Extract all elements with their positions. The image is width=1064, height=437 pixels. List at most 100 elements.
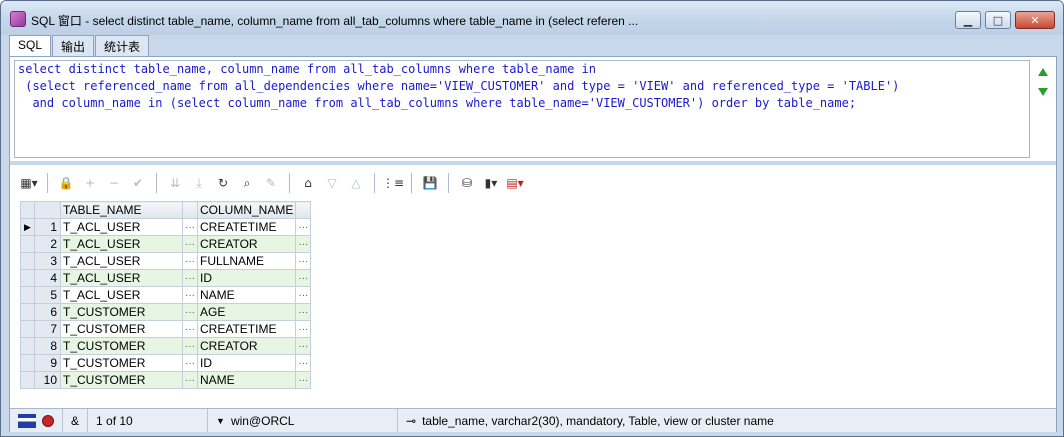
row-indicator — [20, 252, 35, 270]
sql-line-1[interactable]: select distinct table_name, column_name … — [15, 61, 1029, 78]
post-icon[interactable]: ✔ — [129, 174, 147, 192]
grid-header: TABLE_NAME COLUMN_NAME — [20, 201, 312, 219]
next-statement-icon[interactable] — [1038, 88, 1048, 96]
cell-table-name[interactable]: T_CUSTOMER — [60, 303, 183, 321]
row-number: 5 — [34, 286, 61, 304]
cell-column-name[interactable]: CREATOR — [196, 235, 297, 253]
grid-toolbar: ▦▾ 🔒 + − ✔ ⇊ ⤓ ↻ ⌕ ✎ ⌂ ▽ △ ⋮≡ 💾 ⛁ ▮▾ ▤▾ — [20, 170, 524, 196]
cell-column-name[interactable]: ID — [196, 354, 297, 372]
tab-output[interactable]: 输出 — [52, 35, 95, 56]
cell-column-name[interactable]: NAME — [196, 371, 297, 389]
cell-ellipsis-button[interactable]: ··· — [182, 269, 198, 287]
export-icon[interactable]: ⛁ — [458, 174, 476, 192]
splitter[interactable] — [10, 161, 1056, 165]
tab-sql[interactable]: SQL — [9, 35, 52, 57]
row-number: 7 — [34, 320, 61, 338]
sql-editor[interactable]: select distinct table_name, column_name … — [14, 60, 1030, 158]
row-indicator — [20, 286, 35, 304]
previous-statement-icon[interactable] — [1038, 68, 1048, 76]
tab-statistics[interactable]: 统计表 — [95, 35, 150, 56]
row-indicator — [20, 269, 35, 287]
cell-column-name[interactable]: FULLNAME — [196, 252, 297, 270]
cell-ellipsis-button[interactable]: ··· — [182, 218, 198, 236]
table-row[interactable]: 6 T_CUSTOMER ··· AGE ··· — [20, 303, 312, 321]
cell-table-name[interactable]: T_ACL_USER — [60, 286, 183, 304]
cell-ellipsis-button[interactable]: ··· — [182, 354, 198, 372]
column-header-table-name[interactable]: TABLE_NAME — [60, 201, 183, 219]
fetch-all-icon[interactable]: ⤓ — [190, 174, 208, 192]
close-button[interactable]: ✕ — [1015, 11, 1055, 29]
cell-ellipsis-button[interactable]: ··· — [295, 269, 312, 287]
lock-icon[interactable]: 🔒 — [57, 174, 75, 192]
table-row[interactable]: 4 T_ACL_USER ··· ID ··· — [20, 269, 312, 287]
sql-line-2[interactable]: (select referenced_name from all_depende… — [15, 78, 1029, 95]
indicator-header — [20, 201, 35, 219]
cell-ellipsis-button[interactable]: ··· — [295, 252, 312, 270]
separator — [374, 173, 375, 193]
row-indicator: ▶ — [20, 218, 35, 236]
cell-column-name[interactable]: NAME — [196, 286, 297, 304]
cell-table-name[interactable]: T_ACL_USER — [60, 218, 183, 236]
save-icon[interactable]: 💾 — [421, 174, 439, 192]
separator — [47, 173, 48, 193]
cell-table-name[interactable]: T_CUSTOMER — [60, 354, 183, 372]
row-number: 10 — [34, 371, 61, 389]
table-row[interactable]: 7 T_CUSTOMER ··· CREATETIME ··· — [20, 320, 312, 338]
cell-table-name[interactable]: T_ACL_USER — [60, 269, 183, 287]
dropdown-arrow-icon[interactable]: ▼ — [216, 416, 225, 426]
find-icon[interactable]: ⌕ — [238, 174, 256, 192]
cell-column-name[interactable]: ID — [196, 269, 297, 287]
cell-column-name[interactable]: AGE — [196, 303, 297, 321]
cell-column-name[interactable]: CREATOR — [196, 337, 297, 355]
cell-ellipsis-button[interactable]: ··· — [182, 371, 198, 389]
maximize-button[interactable]: □ — [985, 11, 1011, 29]
cell-ellipsis-button[interactable]: ··· — [295, 235, 312, 253]
cell-table-name[interactable]: T_CUSTOMER — [60, 337, 183, 355]
add-row-icon[interactable]: + — [81, 174, 99, 192]
cell-ellipsis-button[interactable]: ··· — [182, 303, 198, 321]
query-icon[interactable]: ⌂ — [299, 174, 317, 192]
cell-ellipsis-button[interactable]: ··· — [295, 320, 312, 338]
cell-table-name[interactable]: T_ACL_USER — [60, 235, 183, 253]
cell-table-name[interactable]: T_ACL_USER — [60, 252, 183, 270]
cell-ellipsis-button[interactable]: ··· — [182, 320, 198, 338]
cell-ellipsis-button[interactable]: ··· — [295, 354, 312, 372]
tree-icon[interactable]: ⋮≡ — [382, 174, 404, 192]
cell-ellipsis-button[interactable]: ··· — [295, 371, 312, 389]
minimize-button[interactable]: ▁ — [955, 11, 981, 29]
table-row[interactable]: 9 T_CUSTOMER ··· ID ··· — [20, 354, 312, 372]
filter-up-icon[interactable]: △ — [347, 174, 365, 192]
cell-ellipsis-button[interactable]: ··· — [182, 252, 198, 270]
cell-table-name[interactable]: T_CUSTOMER — [60, 371, 183, 389]
sql-line-3[interactable]: and column_name in (select column_name f… — [15, 95, 1029, 112]
cell-table-name[interactable]: T_CUSTOMER — [60, 320, 183, 338]
column-header-column-name[interactable]: COLUMN_NAME — [196, 201, 297, 219]
cell-ellipsis-button[interactable]: ··· — [295, 303, 312, 321]
fetch-next-icon[interactable]: ⇊ — [166, 174, 184, 192]
table-row[interactable]: 8 T_CUSTOMER ··· CREATOR ··· — [20, 337, 312, 355]
cell-ellipsis-button[interactable]: ··· — [295, 337, 312, 355]
refresh-icon[interactable]: ↻ — [214, 174, 232, 192]
cell-ellipsis-button[interactable]: ··· — [182, 286, 198, 304]
grid-menu-icon[interactable]: ▦▾ — [20, 174, 38, 192]
table-row[interactable]: ▶ 1 T_ACL_USER ··· CREATETIME ··· — [20, 218, 312, 236]
connection-selector[interactable]: ▼ win@ORCL — [208, 409, 399, 432]
status-icons — [10, 409, 63, 432]
stop-icon[interactable] — [42, 414, 54, 427]
cell-ellipsis-button[interactable]: ··· — [182, 337, 198, 355]
chart-icon[interactable]: ▮▾ — [482, 174, 500, 192]
cell-column-name[interactable]: CREATETIME — [196, 320, 297, 338]
table-row[interactable]: 5 T_ACL_USER ··· NAME ··· — [20, 286, 312, 304]
table-export-icon[interactable]: ▤▾ — [506, 174, 524, 192]
clear-icon[interactable]: ✎ — [262, 174, 280, 192]
cell-ellipsis-button[interactable]: ··· — [295, 218, 312, 236]
cell-ellipsis-button[interactable]: ··· — [182, 235, 198, 253]
cell-ellipsis-button[interactable]: ··· — [295, 286, 312, 304]
table-row[interactable]: 3 T_ACL_USER ··· FULLNAME ··· — [20, 252, 312, 270]
delete-row-icon[interactable]: − — [105, 174, 123, 192]
table-row[interactable]: 10 T_CUSTOMER ··· NAME ··· — [20, 371, 312, 389]
cell-column-name[interactable]: CREATETIME — [196, 218, 297, 236]
filter-down-icon[interactable]: ▽ — [323, 174, 341, 192]
table-row[interactable]: 2 T_ACL_USER ··· CREATOR ··· — [20, 235, 312, 253]
row-indicator — [20, 354, 35, 372]
